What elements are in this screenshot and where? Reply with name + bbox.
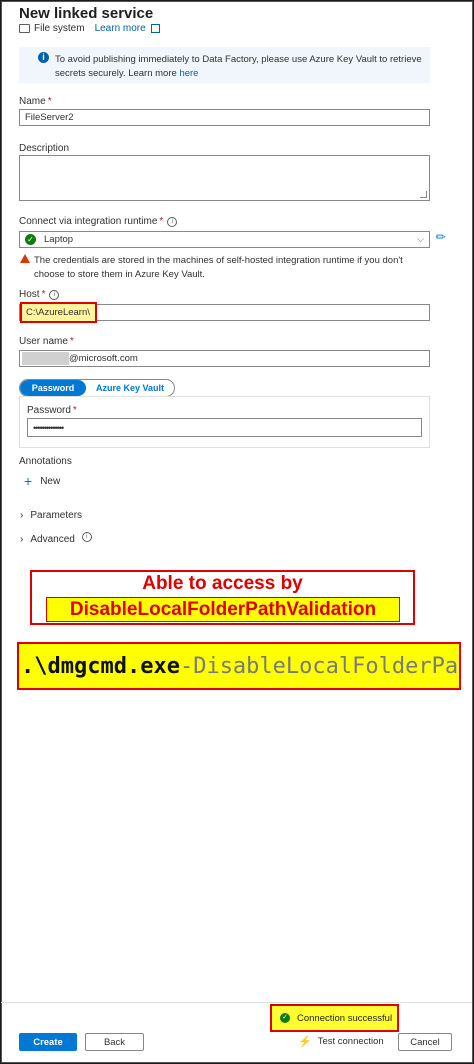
info-here-link[interactable]: here — [179, 68, 198, 79]
required-mark: * — [72, 405, 77, 416]
required-mark: * — [159, 216, 164, 227]
page-title: New linked service — [19, 5, 154, 22]
host-label: Host * i — [19, 289, 60, 300]
check-circle-icon: ✓ — [25, 234, 36, 245]
info-icon[interactable]: i — [81, 531, 92, 542]
password-label-text: Password — [27, 405, 71, 416]
required-mark: * — [41, 289, 46, 300]
subtitle-text: File system — [34, 23, 85, 34]
connection-status: ✓ Connection successful — [270, 1004, 399, 1032]
required-mark: * — [47, 96, 52, 107]
name-label-text: Name — [19, 96, 46, 107]
password-input[interactable]: •••••••••••••• — [27, 418, 422, 437]
auth-toggle[interactable]: Password Azure Key Vault — [19, 379, 175, 397]
runtime-warning: The credentials are stored in the machin… — [34, 255, 403, 280]
info-text: To avoid publishing immediately to Data … — [55, 54, 422, 79]
username-input[interactable]: @microsoft.com — [19, 350, 430, 367]
runtime-select[interactable]: ✓ Laptop ⌵ — [19, 231, 430, 248]
info-message: To avoid publishing immediately to Data … — [55, 53, 425, 81]
description-label: Description — [19, 143, 70, 154]
learn-more-link[interactable]: Learn more — [95, 23, 146, 34]
page-subtitle: File system Learn more — [19, 23, 160, 34]
command-exe: .\dmgcmd.exe — [21, 653, 180, 679]
info-icon[interactable]: i — [167, 217, 178, 227]
tab-azure-key-vault[interactable]: Azure Key Vault — [86, 380, 174, 396]
plug-icon: ⚡ — [298, 1036, 312, 1048]
command-arg: -DisableLocalFolderPathValidation — [179, 653, 459, 679]
new-annotation-button[interactable]: + New — [24, 474, 60, 488]
test-connection-button[interactable]: ⚡ Test connection — [298, 1035, 384, 1048]
redacted-block — [22, 352, 69, 365]
tab-password[interactable]: Password — [20, 380, 86, 396]
warning-icon — [20, 254, 30, 263]
annotation-line-1: Able to access by — [142, 573, 303, 594]
host-label-text: Host — [19, 289, 40, 300]
host-input[interactable]: C:\AzureLearn\ — [20, 302, 97, 323]
name-input[interactable]: FileServer2 — [19, 109, 430, 126]
cancel-button[interactable]: Cancel — [398, 1033, 452, 1051]
back-button[interactable]: Back — [85, 1033, 144, 1051]
chevron-down-icon: ⌵ — [417, 234, 424, 244]
chevron-right-icon: › — [20, 534, 24, 545]
check-circle-icon: ✓ — [280, 1013, 290, 1023]
test-connection-label: Test connection — [317, 1036, 384, 1047]
command-banner: .\dmgcmd.exe -DisableLocalFolderPathVali… — [17, 642, 461, 690]
annotations-label: Annotations — [19, 456, 72, 467]
chevron-right-icon: › — [20, 510, 24, 521]
info-icon[interactable]: i — [49, 290, 60, 300]
file-system-icon — [19, 24, 30, 33]
annotation-line-2: DisableLocalFolderPathValidation — [46, 597, 400, 622]
new-annotation-label: New — [40, 475, 61, 487]
advanced-expander[interactable]: › Advanced i — [20, 531, 92, 545]
resize-handle[interactable] — [420, 191, 427, 198]
parameters-label: Parameters — [30, 510, 83, 521]
info-icon: i — [38, 52, 49, 63]
connection-status-text: Connection successful — [297, 1012, 393, 1024]
username-label-text: User name — [19, 336, 68, 347]
parameters-expander[interactable]: › Parameters — [20, 510, 82, 521]
runtime-select-value: Laptop — [44, 234, 74, 245]
username-value: @microsoft.com — [69, 353, 138, 364]
name-label: Name * — [19, 96, 52, 107]
create-button[interactable]: Create — [19, 1033, 77, 1051]
description-field[interactable] — [19, 155, 430, 201]
username-label: User name * — [19, 336, 74, 347]
plus-icon: + — [24, 473, 33, 489]
password-label: Password * — [27, 405, 77, 416]
runtime-label-text: Connect via integration runtime — [19, 216, 158, 227]
footer-divider — [1, 1002, 472, 1003]
runtime-label: Connect via integration runtime * i — [19, 216, 178, 227]
external-link-icon[interactable] — [150, 24, 160, 33]
advanced-label: Advanced — [30, 534, 75, 545]
required-mark: * — [69, 336, 74, 347]
